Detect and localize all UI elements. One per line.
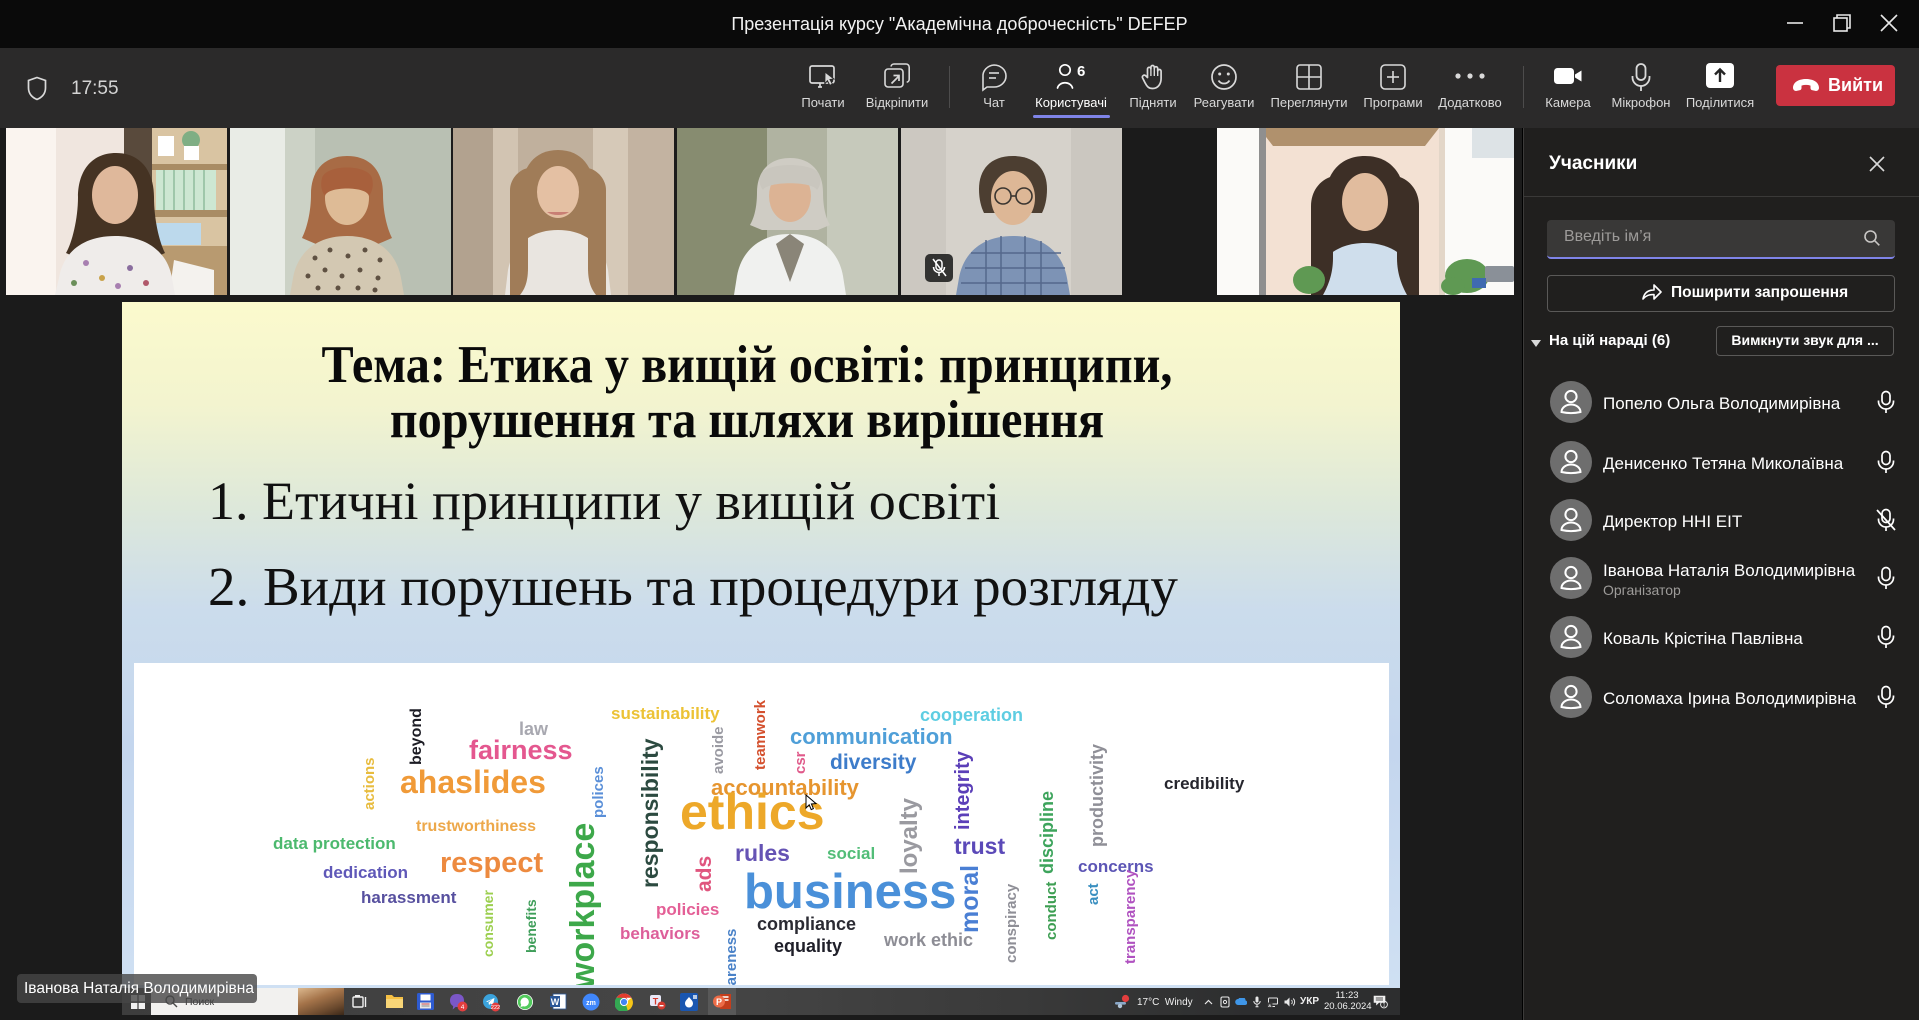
svg-text:6: 6 bbox=[1077, 63, 1085, 80]
svg-text:P: P bbox=[716, 997, 722, 1007]
svg-text:4: 4 bbox=[461, 1004, 465, 1011]
svg-text:W: W bbox=[551, 997, 560, 1007]
svg-text:222: 222 bbox=[491, 1005, 500, 1011]
svg-text:1: 1 bbox=[1382, 1003, 1385, 1009]
svg-text:zm: zm bbox=[586, 1000, 596, 1007]
